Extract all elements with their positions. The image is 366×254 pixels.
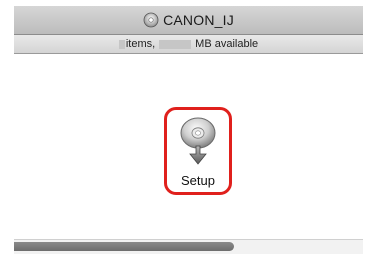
setup-installer-icon (176, 115, 220, 167)
window-title-group: CANON_IJ (14, 6, 363, 34)
redacted-item-count (118, 39, 125, 49)
finder-content-area: Setup (14, 54, 363, 239)
setup-file-item[interactable]: Setup (164, 107, 232, 195)
status-bar: items, MB available (14, 35, 363, 54)
scrollbar-thumb[interactable] (14, 242, 234, 251)
horizontal-scrollbar[interactable] (14, 239, 363, 254)
available-text: MB available (195, 38, 259, 50)
window-title: CANON_IJ (163, 12, 234, 28)
setup-label: Setup (181, 173, 215, 188)
items-text: items, (125, 38, 156, 50)
finder-title-bar: CANON_IJ (14, 6, 363, 35)
disk-icon (143, 12, 159, 28)
redacted-size-value (159, 39, 192, 49)
